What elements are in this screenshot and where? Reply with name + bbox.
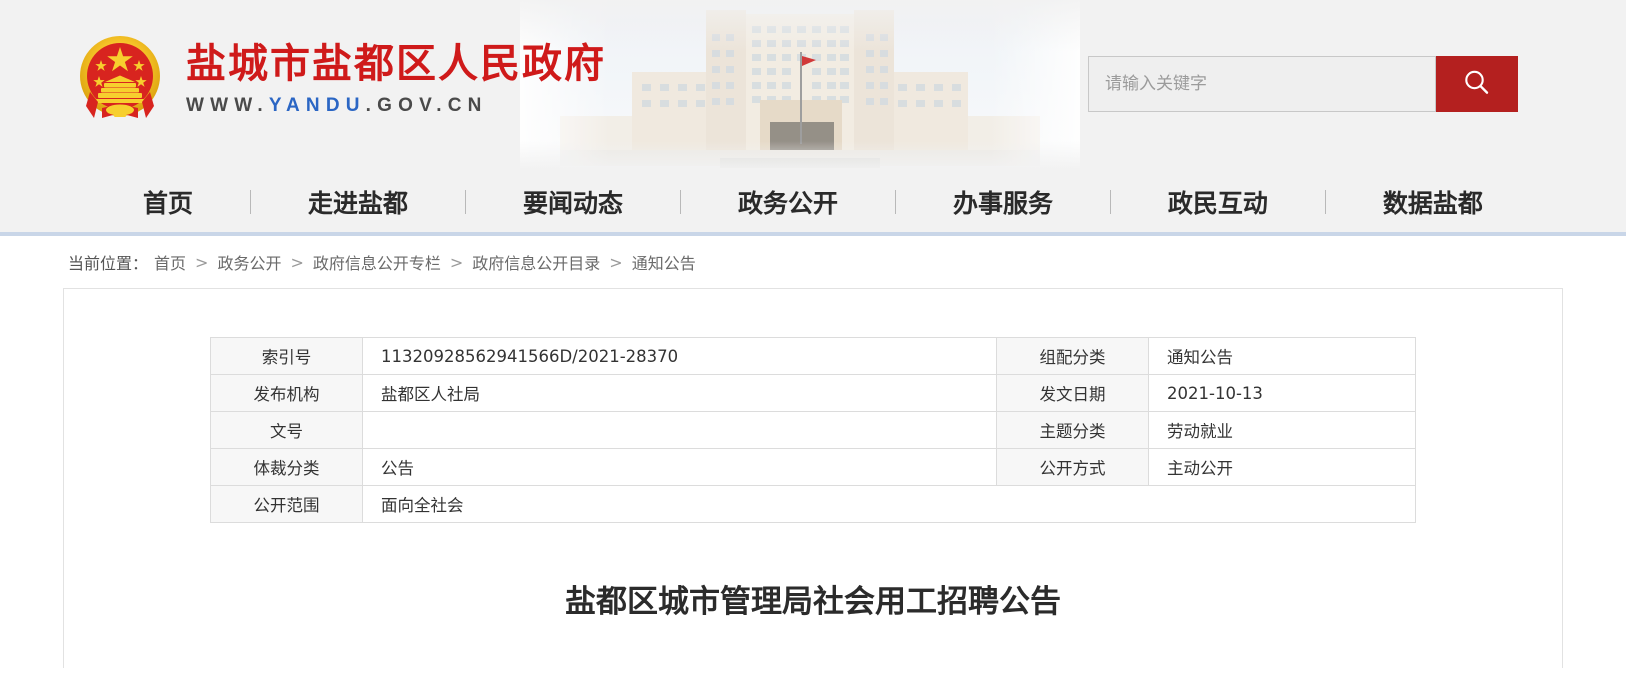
site-url: WWW.YANDU.GOV.CN [186, 95, 606, 117]
breadcrumb-item-government-info[interactable]: 政务公开 [217, 250, 281, 274]
table-row: 文号 主题分类 劳动就业 [210, 411, 1416, 449]
nav-separator [894, 190, 896, 214]
nav-item-services[interactable]: 办事服务 [953, 184, 1053, 220]
article-card: 索引号 11320928562941566D/2021-28370 组配分类 通… [63, 288, 1563, 668]
breadcrumb-item-disclosure-catalog[interactable]: 政府信息公开目录 [472, 250, 600, 274]
meta-value-document-number [362, 411, 997, 449]
table-row: 公开范围 面向全社会 [210, 485, 1416, 523]
site-url-part-tld: .GOV.CN [365, 95, 488, 116]
site-title: 盐城市盐都区人民政府 [186, 41, 606, 87]
meta-value-genre-category: 公告 [362, 448, 997, 486]
site-banner: 盐城市盐都区人民政府 WWW.YANDU.GOV.CN [0, 0, 1626, 172]
table-row: 发布机构 盐都区人社局 发文日期 2021-10-13 [210, 374, 1416, 412]
nav-item-interaction[interactable]: 政民互动 [1168, 184, 1268, 220]
meta-label-index-number: 索引号 [210, 337, 363, 375]
breadcrumb-separator-icon: > [290, 252, 304, 272]
breadcrumb-item-home[interactable]: 首页 [154, 250, 186, 274]
meta-value-disclosure-scope: 面向全社会 [362, 485, 1416, 523]
nav-item-data-yandu[interactable]: 数据盐都 [1383, 184, 1483, 220]
site-logo[interactable]: 盐城市盐都区人民政府 WWW.YANDU.GOV.CN [68, 26, 606, 130]
breadcrumb-item-announcements[interactable]: 通知公告 [632, 250, 696, 274]
meta-value-group-category: 通知公告 [1148, 337, 1416, 375]
nav-item-government-info[interactable]: 政务公开 [738, 184, 838, 220]
meta-value-issuing-agency: 盐都区人社局 [362, 374, 997, 412]
breadcrumb-item-disclosure-column[interactable]: 政府信息公开专栏 [313, 250, 441, 274]
nav-item-news[interactable]: 要闻动态 [523, 184, 623, 220]
china-national-emblem-icon [68, 26, 172, 130]
search-icon [1461, 67, 1493, 102]
search-button[interactable] [1436, 56, 1518, 112]
meta-value-publish-date: 2021-10-13 [1148, 374, 1416, 412]
site-search [1088, 56, 1518, 112]
site-url-part-www: WWW. [186, 95, 269, 116]
nav-separator [679, 190, 681, 214]
breadcrumb-separator-icon: > [609, 252, 623, 272]
meta-value-disclosure-method: 主动公开 [1148, 448, 1416, 486]
meta-label-genre-category: 体裁分类 [210, 448, 363, 486]
meta-label-group-category: 组配分类 [996, 337, 1149, 375]
main-navigation: 首页 走进盐都 要闻动态 政务公开 办事服务 政民互动 数据盐都 [0, 172, 1626, 236]
meta-label-publish-date: 发文日期 [996, 374, 1149, 412]
meta-label-topic-category: 主题分类 [996, 411, 1149, 449]
meta-value-topic-category: 劳动就业 [1148, 411, 1416, 449]
table-row: 索引号 11320928562941566D/2021-28370 组配分类 通… [210, 337, 1416, 375]
nav-separator [1324, 190, 1326, 214]
meta-label-document-number: 文号 [210, 411, 363, 449]
meta-label-disclosure-method: 公开方式 [996, 448, 1149, 486]
site-url-part-domain: YANDU [268, 95, 366, 116]
nav-item-about-yandu[interactable]: 走进盐都 [308, 184, 408, 220]
search-input[interactable] [1088, 56, 1436, 112]
meta-value-index-number: 11320928562941566D/2021-28370 [362, 337, 997, 375]
nav-separator [250, 190, 251, 214]
page-title: 盐都区城市管理局社会用工招聘公告 [565, 584, 1061, 620]
nav-separator [464, 190, 466, 214]
breadcrumb: 当前位置： 首页 > 政务公开 > 政府信息公开专栏 > 政府信息公开目录 > … [0, 236, 1626, 288]
breadcrumb-separator-icon: > [195, 252, 209, 272]
meta-label-issuing-agency: 发布机构 [210, 374, 363, 412]
breadcrumb-label: 当前位置： [68, 254, 149, 273]
meta-label-disclosure-scope: 公开范围 [210, 485, 363, 523]
table-row: 体裁分类 公告 公开方式 主动公开 [210, 448, 1416, 486]
document-metadata-table: 索引号 11320928562941566D/2021-28370 组配分类 通… [210, 337, 1416, 523]
nav-item-home[interactable]: 首页 [143, 184, 193, 220]
breadcrumb-separator-icon: > [449, 252, 464, 272]
nav-separator [1109, 190, 1111, 214]
